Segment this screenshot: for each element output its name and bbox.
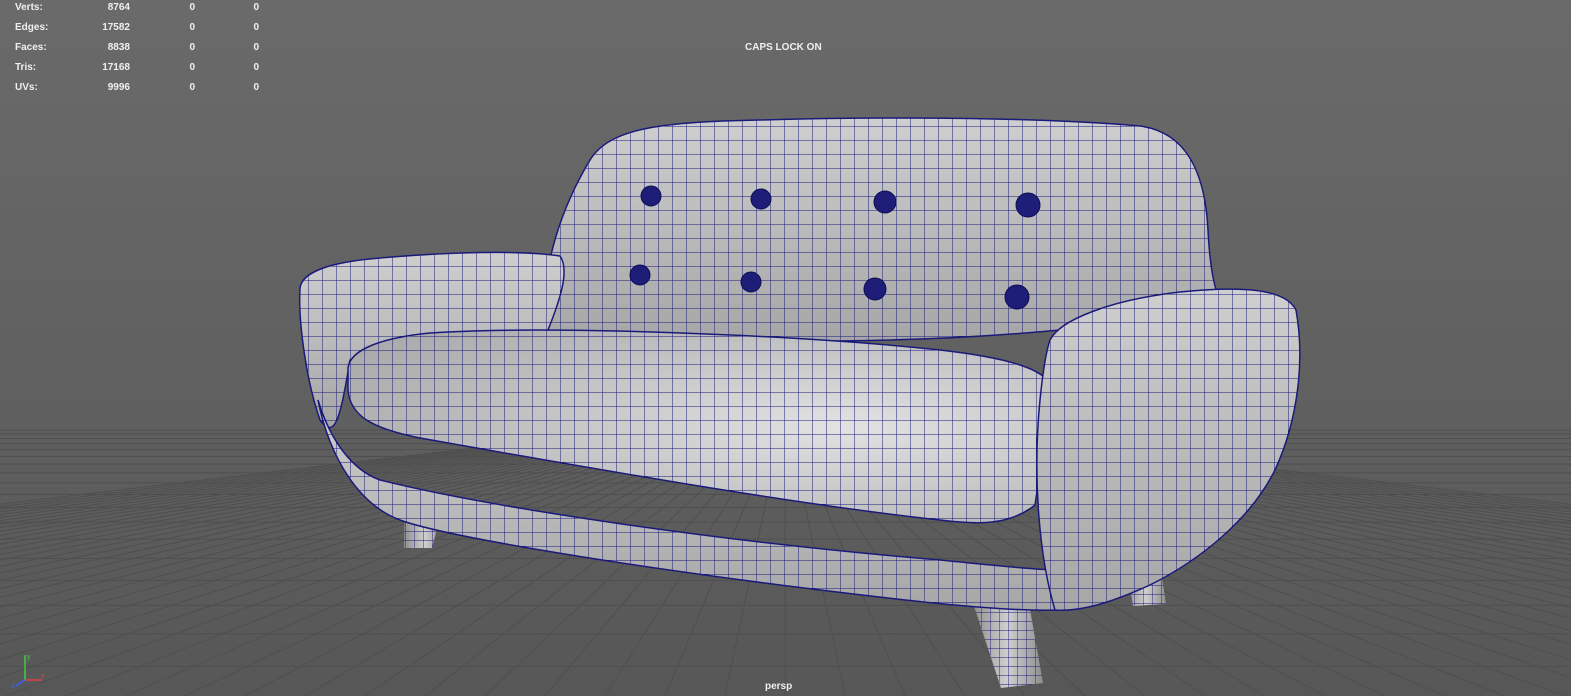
- hud-component: 0: [253, 42, 259, 53]
- svg-text:y: y: [27, 654, 31, 661]
- hud-label: UVs:: [15, 82, 38, 93]
- hud-row-verts: Verts: 8764 0 0: [0, 2, 270, 16]
- hud-selected: 0: [189, 2, 195, 13]
- hud-total: 9996: [107, 82, 130, 93]
- hud-row-faces: Faces: 8838 0 0: [0, 42, 270, 56]
- hud-component: 0: [253, 82, 259, 93]
- hud-total: 17168: [102, 62, 130, 73]
- hud-row-tris: Tris: 17168 0 0: [0, 62, 270, 76]
- hud-total: 8764: [107, 2, 130, 13]
- hud-label: Verts:: [15, 2, 43, 13]
- svg-text:x: x: [41, 673, 45, 680]
- viewport-scene[interactable]: [0, 0, 1571, 696]
- hud-selected: 0: [189, 82, 195, 93]
- hud-selected: 0: [189, 62, 195, 73]
- hud-component: 0: [253, 22, 259, 33]
- hud-label: Edges:: [15, 22, 49, 33]
- caps-lock-message: CAPS LOCK ON: [745, 42, 822, 53]
- camera-name-label: persp: [765, 681, 793, 692]
- hud-total: 17582: [102, 22, 130, 33]
- hud-selected: 0: [189, 42, 195, 53]
- hud-row-uvs: UVs: 9996 0 0: [0, 82, 270, 96]
- hud-row-edges: Edges: 17582 0 0: [0, 22, 270, 36]
- sofa-right-arm: [1036, 288, 1301, 612]
- hud-component: 0: [253, 62, 259, 73]
- view-axis-icon: y x z: [11, 654, 45, 690]
- hud-label: Tris:: [15, 62, 37, 73]
- hud-component: 0: [253, 2, 259, 13]
- hud-label: Faces:: [15, 42, 47, 53]
- maya-viewport[interactable]: Verts: 8764 0 0 Edges: 17582 0 0 Faces: …: [0, 0, 1571, 696]
- svg-text:z: z: [11, 683, 15, 690]
- hud-total: 8838: [107, 42, 130, 53]
- hud-selected: 0: [189, 22, 195, 33]
